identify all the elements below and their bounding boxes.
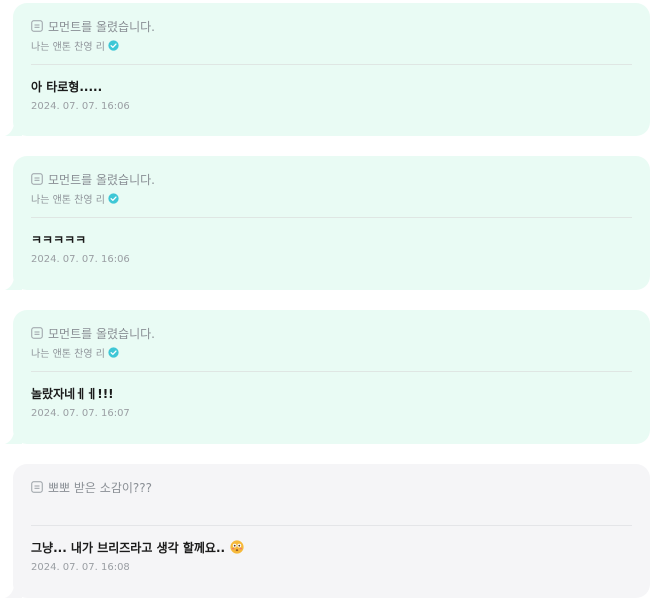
- artist-name: 나는 앤톤 찬영 리: [31, 194, 105, 206]
- divider: [31, 217, 632, 218]
- message-timestamp: 2024. 07. 07. 16:08: [31, 562, 130, 573]
- artist-name: 나는 앤톤 찬영 리: [31, 41, 105, 53]
- message-header-text: 뽀뽀 받은 소감이???: [48, 480, 153, 495]
- message-text: ㅋㅋㅋㅋㅋ: [31, 230, 632, 248]
- bubble-tail: [5, 278, 22, 290]
- message-header: 모먼트를 올렸습니다.: [31, 17, 632, 35]
- message-text-content: 아 타로형.....: [31, 79, 103, 94]
- message-header-text: 모먼트를 올렸습니다.: [48, 172, 155, 187]
- message-header: 뽀뽀 받은 소감이???: [31, 478, 632, 496]
- document-icon: [31, 20, 43, 32]
- message-header-text: 모먼트를 올렸습니다.: [48, 19, 155, 34]
- document-icon: [31, 173, 43, 185]
- message-item: 모먼트를 올렸습니다. 나는 앤톤 찬영 리 ㅋㅋㅋㅋㅋ 2024. 07. 0…: [0, 154, 663, 294]
- artist-row: 나는 앤톤 찬영 리: [31, 37, 632, 53]
- message-text: 놀랐자네ㅔㅔ!!!: [31, 384, 632, 402]
- message-header-text: 모먼트를 올렸습니다.: [48, 326, 155, 341]
- divider: [31, 371, 632, 372]
- message-timestamp: 2024. 07. 07. 16:06: [31, 101, 130, 112]
- artist-row: 나는 앤톤 찬영 리: [31, 344, 632, 360]
- document-icon: [31, 481, 43, 493]
- bubble-tail: [5, 124, 22, 136]
- message-header: 모먼트를 올렸습니다.: [31, 170, 632, 188]
- verified-badge-icon: [108, 39, 119, 51]
- message-timestamp: 2024. 07. 07. 16:06: [31, 254, 130, 265]
- message-bubble[interactable]: 뽀뽀 받은 소감이??? 그냥... 내가 브리즈라고 생각 할께요.. 202…: [13, 464, 650, 598]
- message-text: 아 타로형.....: [31, 77, 632, 95]
- message-timestamp: 2024. 07. 07. 16:07: [31, 408, 130, 419]
- message-item: 모먼트를 올렸습니다. 나는 앤톤 찬영 리 아 타로형..... 2024. …: [0, 0, 663, 140]
- verified-badge-icon: [108, 346, 119, 358]
- document-icon: [31, 327, 43, 339]
- divider: [31, 525, 632, 526]
- message-bubble[interactable]: 모먼트를 올렸습니다. 나는 앤톤 찬영 리 ㅋㅋㅋㅋㅋ 2024. 07. 0…: [13, 156, 650, 290]
- message-header: 모먼트를 올렸습니다.: [31, 324, 632, 342]
- verified-badge-icon: [108, 192, 119, 204]
- message-bubble[interactable]: 모먼트를 올렸습니다. 나는 앤톤 찬영 리 놀랐자네ㅔㅔ!!! 2024. 0…: [13, 310, 650, 444]
- message-item: 모먼트를 올렸습니다. 나는 앤톤 찬영 리 놀랐자네ㅔㅔ!!! 2024. 0…: [0, 308, 663, 448]
- artist-name: 나는 앤톤 찬영 리: [31, 348, 105, 360]
- divider: [31, 64, 632, 65]
- message-text-content: ㅋㅋㅋㅋㅋ: [31, 232, 87, 247]
- message-text-content: 놀랐자네ㅔㅔ!!!: [31, 386, 114, 401]
- bubble-tail: [5, 586, 22, 598]
- bubble-tail: [5, 432, 22, 444]
- message-text-content: 그냥... 내가 브리즈라고 생각 할께요..: [31, 540, 226, 555]
- message-bubble[interactable]: 모먼트를 올렸습니다. 나는 앤톤 찬영 리 아 타로형..... 2024. …: [13, 3, 650, 136]
- message-item: 뽀뽀 받은 소감이??? 그냥... 내가 브리즈라고 생각 할께요.. 202…: [0, 462, 663, 603]
- flushed-face-icon: [230, 540, 244, 554]
- message-feed: 모먼트를 올렸습니다. 나는 앤톤 찬영 리 아 타로형..... 2024. …: [0, 0, 663, 603]
- artist-row: 나는 앤톤 찬영 리: [31, 190, 632, 206]
- message-text: 그냥... 내가 브리즈라고 생각 할께요..: [31, 538, 632, 556]
